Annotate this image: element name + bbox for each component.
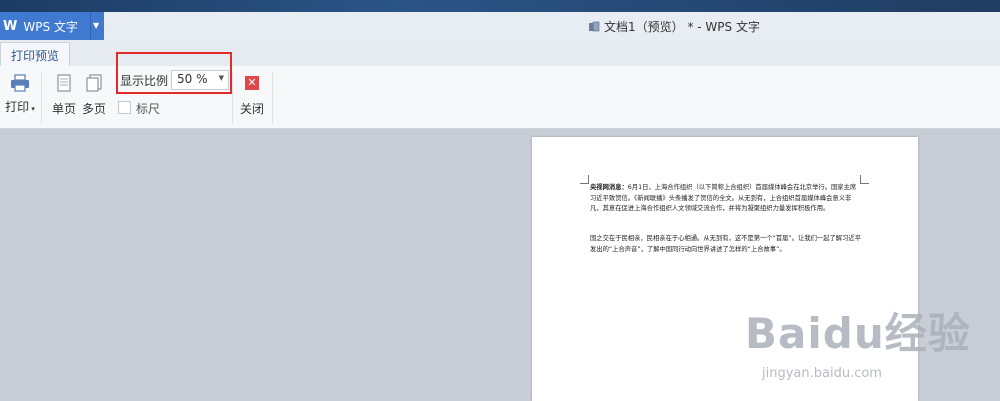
paragraph-body: 6月1日，上海合作组织（以下简称上合组织）首届媒体峰会在北京举行。国家主席习近平… bbox=[590, 184, 857, 212]
window-top-strip bbox=[0, 0, 1000, 12]
chevron-down-icon[interactable]: ▼ bbox=[93, 21, 99, 30]
multi-page-button[interactable]: 多页 bbox=[80, 74, 108, 116]
crop-mark bbox=[580, 175, 589, 184]
document-icon bbox=[589, 21, 600, 31]
close-icon: ✕ bbox=[245, 76, 259, 90]
document-paragraph-1: 央视网消息：6月1日，上海合作组织（以下简称上合组织）首届媒体峰会在北京举行。国… bbox=[590, 183, 862, 215]
close-label: 关闭 bbox=[239, 102, 264, 116]
ribbon-separator bbox=[272, 72, 273, 124]
close-preview-button[interactable]: ✕ 关闭 bbox=[237, 74, 267, 116]
single-page-button[interactable]: 单页 bbox=[50, 74, 78, 116]
document-title-text: 文档1（预览） * - WPS 文字 bbox=[604, 20, 760, 34]
app-name: WPS 文字 bbox=[23, 19, 78, 34]
single-page-icon bbox=[57, 74, 71, 92]
title-bar bbox=[0, 12, 1000, 41]
multi-page-label: 多页 bbox=[81, 102, 106, 116]
print-label: 打印 bbox=[5, 100, 30, 114]
print-button[interactable]: 打印 ▾ bbox=[2, 74, 38, 114]
preview-page: 央视网消息：6月1日，上海合作组织（以下简称上合组织）首届媒体峰会在北京举行。国… bbox=[532, 137, 918, 401]
ruler-checkbox[interactable] bbox=[118, 101, 131, 114]
zoom-highlight-box bbox=[116, 52, 232, 94]
document-title: 文档1（预览） * - WPS 文字 bbox=[588, 18, 760, 35]
ribbon-separator bbox=[41, 72, 42, 124]
watermark-url: jingyan.baidu.com bbox=[762, 366, 882, 381]
app-menu-button[interactable]: W WPS 文字 ▼ bbox=[0, 12, 104, 40]
single-page-label: 单页 bbox=[51, 102, 76, 116]
printer-icon bbox=[11, 74, 29, 92]
watermark-brand: Baidu经验 bbox=[745, 309, 971, 358]
ruler-label: 标尺 bbox=[136, 102, 161, 116]
print-dropdown-icon[interactable]: ▾ bbox=[29, 105, 35, 113]
wps-logo-icon: W bbox=[3, 18, 18, 34]
multi-page-icon bbox=[86, 74, 102, 92]
document-paragraph-2: 国之交在于民相亲，民相亲在于心相通。从无到有，这不是第一个“首届”。让我们一起了… bbox=[590, 235, 861, 253]
paragraph-lead: 央视网消息： bbox=[590, 184, 628, 191]
tab-print-preview[interactable]: 打印预览 bbox=[0, 42, 70, 67]
ribbon-separator bbox=[232, 72, 233, 124]
app-menu-divider bbox=[90, 12, 91, 40]
